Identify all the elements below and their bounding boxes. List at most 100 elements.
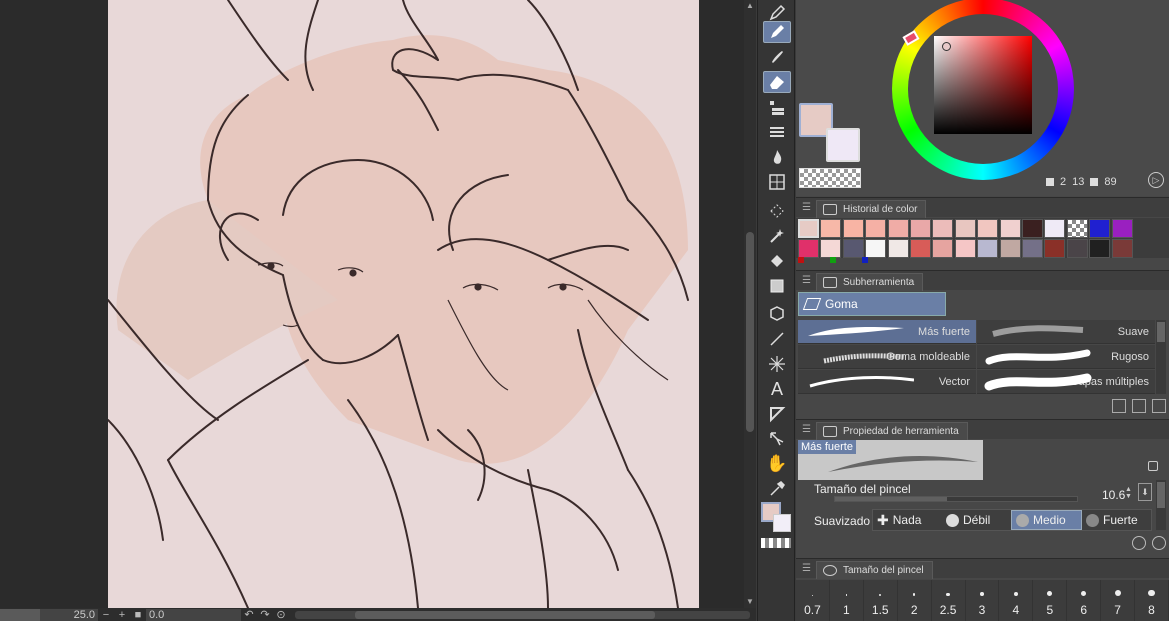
- saturation-value-square[interactable]: [934, 36, 1032, 134]
- subtool-group-eraser[interactable]: Goma: [798, 292, 946, 316]
- artboard[interactable]: [108, 0, 699, 608]
- history-swatch[interactable]: [932, 219, 954, 238]
- history-swatch[interactable]: [1044, 219, 1066, 238]
- tab-color-history[interactable]: Historial de color: [816, 200, 927, 218]
- subtool-scrollbar[interactable]: [1156, 320, 1166, 394]
- smoothing-option-debil[interactable]: Débil: [942, 510, 1011, 530]
- zoom-in-button[interactable]: +: [114, 609, 130, 621]
- brush-size-preset[interactable]: 2.5: [932, 580, 966, 621]
- history-swatch[interactable]: [1089, 219, 1111, 238]
- pencil-icon[interactable]: [763, 21, 791, 43]
- sv-cursor[interactable]: [942, 42, 951, 51]
- brush-size-preset[interactable]: 1: [830, 580, 864, 621]
- duplicate-subtool-icon[interactable]: [1132, 399, 1146, 413]
- layer-icon[interactable]: [763, 275, 791, 297]
- brush-size-preset[interactable]: 5: [1033, 580, 1068, 621]
- reset-rotation-icon[interactable]: ⊙: [273, 608, 289, 621]
- rotate-left-icon[interactable]: ↶: [241, 608, 257, 621]
- history-swatch[interactable]: [1066, 219, 1088, 238]
- brush-size-preset[interactable]: 6: [1067, 580, 1102, 621]
- correction-icon[interactable]: [763, 428, 791, 450]
- brush-size-value[interactable]: 10.6: [1102, 488, 1125, 502]
- rotate-right-icon[interactable]: ↷: [257, 608, 273, 621]
- brush-size-preset[interactable]: 4: [999, 580, 1034, 621]
- history-swatch[interactable]: [887, 219, 909, 238]
- history-swatch[interactable]: [977, 219, 999, 238]
- color-menu-icon[interactable]: ▷: [1148, 172, 1164, 188]
- delete-subtool-icon[interactable]: [1152, 399, 1166, 413]
- balloon-icon[interactable]: [763, 403, 791, 425]
- rotation-angle-field[interactable]: 0.0: [146, 608, 241, 621]
- panel-menu-icon[interactable]: ☰: [802, 202, 811, 213]
- import-subtool-icon[interactable]: [1112, 399, 1126, 413]
- text-icon[interactable]: A: [763, 378, 791, 400]
- history-swatch[interactable]: [999, 219, 1021, 238]
- brush-size-preset[interactable]: 2: [898, 580, 932, 621]
- panel-menu-icon[interactable]: ☰: [802, 275, 811, 286]
- transparent-color-swatch[interactable]: [799, 168, 861, 188]
- brush-size-slider[interactable]: [834, 496, 1078, 502]
- brush-rugoso[interactable]: Rugoso: [977, 345, 1155, 369]
- reset-icon[interactable]: [1132, 536, 1146, 550]
- object-icon[interactable]: [763, 303, 791, 325]
- selection-icon[interactable]: [763, 200, 791, 222]
- brush-size-preset[interactable]: 0.7: [796, 580, 830, 621]
- eraser-icon[interactable]: [763, 71, 791, 93]
- toolbar-transparent-swatch[interactable]: [761, 538, 791, 548]
- lock-icon[interactable]: [1148, 461, 1158, 471]
- fit-view-button[interactable]: ■: [130, 609, 146, 621]
- history-swatch[interactable]: [798, 219, 819, 238]
- brush-size-preset[interactable]: 3: [966, 580, 1000, 621]
- brush-size-preset[interactable]: 7: [1101, 580, 1136, 621]
- decoration-icon[interactable]: [763, 96, 791, 118]
- history-swatch[interactable]: [842, 219, 864, 238]
- scroll-down-arrow-icon[interactable]: ▼: [744, 596, 756, 608]
- tool-property-scrollbar[interactable]: [1156, 480, 1166, 530]
- scroll-up-arrow-icon[interactable]: ▲: [744, 0, 756, 12]
- smoothing-option-nada[interactable]: ✚ Nada: [873, 510, 942, 530]
- history-swatch[interactable]: [1111, 219, 1133, 238]
- settings-wrench-icon[interactable]: [1152, 536, 1166, 550]
- toolbar-sub-color-swatch[interactable]: [773, 514, 791, 532]
- zoom-out-button[interactable]: −: [98, 609, 114, 621]
- brush-icon[interactable]: [763, 46, 791, 68]
- sub-color-swatch[interactable]: [826, 128, 860, 162]
- smoothing-option-medio[interactable]: Medio: [1011, 510, 1082, 530]
- tab-tool-property[interactable]: Propiedad de herramienta: [816, 422, 968, 440]
- fill-icon[interactable]: [763, 146, 791, 168]
- history-swatch[interactable]: [865, 219, 887, 238]
- brush-size-preset[interactable]: 1.5: [864, 580, 898, 621]
- scroll-thumb[interactable]: [746, 232, 754, 432]
- hand-icon[interactable]: ✋: [763, 453, 791, 475]
- blend-icon[interactable]: [763, 121, 791, 143]
- gradient-icon[interactable]: [763, 171, 791, 193]
- history-swatch[interactable]: [820, 219, 842, 238]
- history-swatch[interactable]: [910, 219, 931, 238]
- panel-menu-icon[interactable]: ☰: [802, 563, 811, 574]
- history-swatch[interactable]: [1022, 219, 1043, 238]
- brush-suave[interactable]: Suave: [977, 320, 1155, 344]
- brush-size-spinner-icon[interactable]: ▲ ▼: [1125, 486, 1134, 500]
- tab-brush-size[interactable]: Tamaño del pincel: [816, 561, 933, 579]
- canvas-horizontal-scrollbar[interactable]: [295, 610, 750, 619]
- brush-size-dropdown-icon[interactable]: ⬇: [1138, 483, 1152, 501]
- eyedropper-icon[interactable]: [763, 478, 791, 500]
- burst-icon[interactable]: [763, 353, 791, 375]
- zoom-value: 25.0: [73, 608, 95, 621]
- tab-subtool[interactable]: Subherramienta: [816, 273, 924, 291]
- canvas-area[interactable]: [0, 0, 744, 608]
- brush-capas-multiples[interactable]: Capas múltiples: [977, 370, 1155, 394]
- brush-goma-moldeable[interactable]: Goma moldeable: [798, 345, 976, 369]
- canvas-vertical-scrollbar[interactable]: ▲ ▼: [744, 0, 756, 608]
- bucket-icon[interactable]: [763, 250, 791, 272]
- panel-menu-icon[interactable]: ☰: [802, 424, 811, 435]
- history-swatch[interactable]: [954, 219, 976, 238]
- brush-size-preset[interactable]: 8: [1135, 580, 1169, 621]
- line-icon[interactable]: [763, 328, 791, 350]
- zoom-field[interactable]: 25.0: [0, 608, 98, 621]
- hsv-mode-icon[interactable]: [1046, 178, 1054, 186]
- auto-select-icon[interactable]: [763, 225, 791, 247]
- brush-vector[interactable]: Vector: [798, 370, 976, 394]
- smoothing-option-fuerte[interactable]: Fuerte: [1082, 510, 1151, 530]
- brush-mas-fuerte[interactable]: Más fuerte: [798, 320, 976, 344]
